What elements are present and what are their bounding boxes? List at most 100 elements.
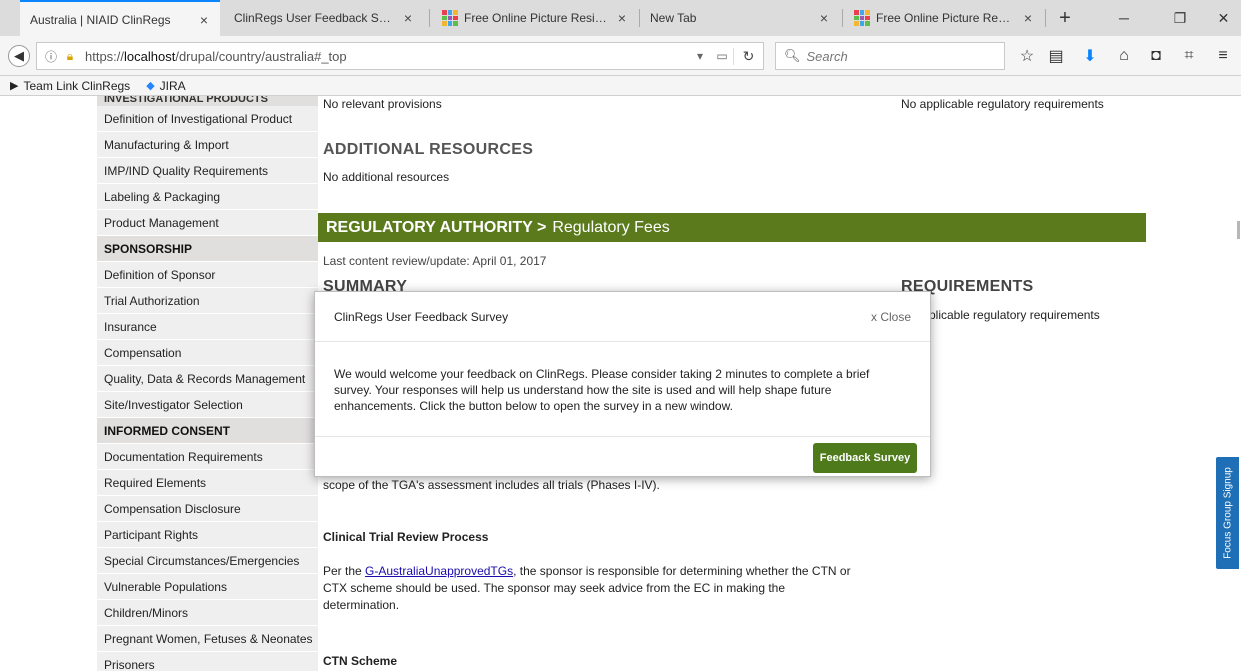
sidebar-item[interactable]: Prisoners	[97, 652, 318, 671]
sidebar-header-investigational-products[interactable]: INVESTIGATIONAL PRODUCTS	[97, 96, 318, 106]
sidebar-item[interactable]: Documentation Requirements	[97, 444, 318, 470]
review-process-text: Per the G-AustraliaUnapprovedTGs, the sp…	[323, 563, 893, 614]
restore-icon[interactable]: ❐	[1160, 0, 1200, 36]
sidebar-item[interactable]: Manufacturing & Import	[97, 132, 318, 158]
guidance-link[interactable]: G-AustraliaUnapprovedTGs	[365, 564, 513, 578]
ctn-scheme-heading: CTN Scheme	[323, 654, 398, 668]
info-icon[interactable]: ⓘ	[41, 48, 61, 65]
reload-icon[interactable]: ↻	[733, 47, 763, 65]
minimize-icon[interactable]: ─	[1104, 0, 1144, 36]
tab-bar: Australia | NIAID ClinRegs × ClinRegs Us…	[0, 0, 1241, 37]
tab-picture-resizer-1[interactable]: Free Online Picture Resize... ×	[432, 0, 638, 36]
insecure-lock-icon[interactable]: 🔒︎	[61, 49, 79, 64]
modal-close-button[interactable]: x Close	[871, 310, 911, 324]
tab-separator	[1045, 9, 1046, 27]
star-icon[interactable]: ☆	[1016, 46, 1038, 66]
jira-diamond-icon: ◆	[146, 80, 155, 92]
url-text[interactable]: https://localhost/drupal/country/austral…	[79, 49, 689, 64]
additional-resources-heading: ADDITIONAL RESOURCES	[323, 141, 534, 158]
tab-title: ClinRegs User Feedback Surve...	[234, 11, 394, 25]
close-icon[interactable]: ×	[196, 12, 212, 28]
focus-group-signup-tab[interactable]: Focus Group Signup	[1216, 457, 1239, 569]
url-path: /drupal/country/australia#_top	[175, 48, 347, 64]
tab-new-tab[interactable]: New Tab ×	[640, 0, 840, 36]
sidebar-item[interactable]: Definition of Investigational Product	[97, 106, 318, 132]
tab-australia-clinregs[interactable]: Australia | NIAID ClinRegs ×	[20, 0, 220, 37]
text-fragment: , the sponsor is responsible for determi…	[513, 564, 851, 578]
sidebar-item[interactable]: Vulnerable Populations	[97, 574, 318, 600]
tab-feedback-survey[interactable]: ClinRegs User Feedback Surve... ×	[224, 0, 424, 36]
bookmarks-bar: ▶ Team Link ClinRegs ◆ JIRA	[0, 76, 1241, 96]
sidebar-item[interactable]: Site/Investigator Selection	[97, 392, 318, 418]
sidebar-item[interactable]: Compensation	[97, 340, 318, 366]
modal-body-line: We would welcome your feedback on ClinRe…	[334, 367, 870, 381]
pocket-icon[interactable]: ◘	[1145, 46, 1167, 66]
close-icon[interactable]: ×	[816, 10, 832, 26]
no-requirements-text: plicable regulatory requirements	[929, 308, 1100, 322]
scrollbar-thumb[interactable]	[1237, 221, 1240, 239]
sidebar-item[interactable]: Required Elements	[97, 470, 318, 496]
no-requirements-text: No applicable regulatory requirements	[901, 97, 1104, 111]
text-fragment: CTX scheme should be used. The sponsor m…	[323, 581, 786, 595]
modal-title: ClinRegs User Feedback Survey	[334, 309, 509, 324]
search-placeholder: Search	[806, 48, 848, 64]
search-input[interactable]: 🔍︎ Search	[775, 42, 1005, 70]
back-button[interactable]: ◀	[8, 45, 30, 67]
address-bar[interactable]: ⓘ 🔒︎ https://localhost/drupal/country/au…	[36, 42, 764, 70]
navigation-toolbar: ◀ ⓘ 🔒︎ https://localhost/drupal/country/…	[0, 36, 1241, 76]
no-provisions-text: No relevant provisions	[323, 97, 442, 111]
modal-footer: Feedback Survey	[315, 437, 930, 477]
url-scheme: https://	[85, 48, 125, 64]
bookmark-team-link[interactable]: ▶ Team Link ClinRegs	[10, 79, 130, 93]
feedback-survey-button[interactable]: Feedback Survey	[813, 443, 917, 473]
section-title-regulatory-fees: REGULATORY AUTHORITY > Regulatory Fees	[318, 213, 1146, 242]
arrow-left-icon: ◀	[14, 48, 24, 63]
home-icon[interactable]: ⌂	[1113, 46, 1135, 66]
crop-icon[interactable]: ⌗	[1178, 46, 1200, 66]
bookmark-label: JIRA	[159, 78, 186, 93]
sidebar-item[interactable]: Participant Rights	[97, 522, 318, 548]
sidebar-item[interactable]: Trial Authorization	[97, 288, 318, 314]
sidebar-item[interactable]: Compensation Disclosure	[97, 496, 318, 522]
tab-separator	[429, 9, 430, 27]
text-fragment: Per the	[323, 564, 366, 578]
arrow-folder-icon: ▶	[10, 80, 19, 92]
sidebar-item[interactable]: Pregnant Women, Fetuses & Neonates	[97, 626, 318, 652]
download-arrow-icon[interactable]: ⬇	[1079, 46, 1101, 66]
tab-title: Free Online Picture Resize...	[876, 11, 1014, 25]
sidebar-header-informed-consent[interactable]: INFORMED CONSENT	[97, 418, 318, 444]
modal-body-line: enhancements. Click the button below to …	[334, 399, 733, 413]
tab-title: Free Online Picture Resize...	[464, 11, 608, 25]
dropdown-icon[interactable]: ▾	[689, 49, 711, 63]
clipboard-icon[interactable]: ▤	[1045, 46, 1067, 66]
section-title-rest: Regulatory Fees	[552, 218, 670, 236]
bookmark-jira[interactable]: ◆ JIRA	[146, 79, 185, 93]
no-additional-resources-text: No additional resources	[323, 170, 450, 184]
sidebar-item[interactable]: Definition of Sponsor	[97, 262, 318, 288]
sidebar-item[interactable]: Product Management	[97, 210, 318, 236]
section-title-bold: REGULATORY AUTHORITY >	[326, 218, 547, 236]
tab-picture-resizer-2[interactable]: Free Online Picture Resize... ×	[844, 0, 1044, 36]
feedback-survey-modal: ClinRegs User Feedback Survey x Close We…	[314, 291, 931, 477]
url-host: localhost	[124, 48, 176, 64]
close-icon[interactable]: ×	[400, 10, 416, 26]
close-window-icon[interactable]: ✕	[1206, 0, 1241, 36]
sidebar-item[interactable]: IMP/IND Quality Requirements	[97, 158, 318, 184]
sidebar-nav: INVESTIGATIONAL PRODUCTS Definition of I…	[97, 96, 318, 671]
sidebar-item[interactable]: Labeling & Packaging	[97, 184, 318, 210]
menu-hamburger-icon[interactable]: ≡	[1212, 46, 1234, 66]
sidebar-header-sponsorship[interactable]: SPONSORSHIP	[97, 236, 318, 262]
sidebar-item[interactable]: Children/Minors	[97, 600, 318, 626]
grid-icon	[854, 10, 870, 26]
text-fragment: determination.	[323, 598, 400, 612]
modal-header: ClinRegs User Feedback Survey x Close	[315, 292, 930, 342]
tab-title: Australia | NIAID ClinRegs	[30, 12, 171, 27]
sidebar-item[interactable]: Quality, Data & Records Management	[97, 366, 318, 392]
new-tab-button[interactable]: +	[1052, 0, 1078, 36]
bookmark-label: Team Link ClinRegs	[23, 78, 131, 93]
sidebar-item[interactable]: Special Circumstances/Emergencies	[97, 548, 318, 574]
close-icon[interactable]: ×	[1020, 10, 1036, 26]
sidebar-item[interactable]: Insurance	[97, 314, 318, 340]
close-icon[interactable]: ×	[614, 10, 630, 26]
reader-view-icon[interactable]: ▭	[711, 49, 733, 63]
